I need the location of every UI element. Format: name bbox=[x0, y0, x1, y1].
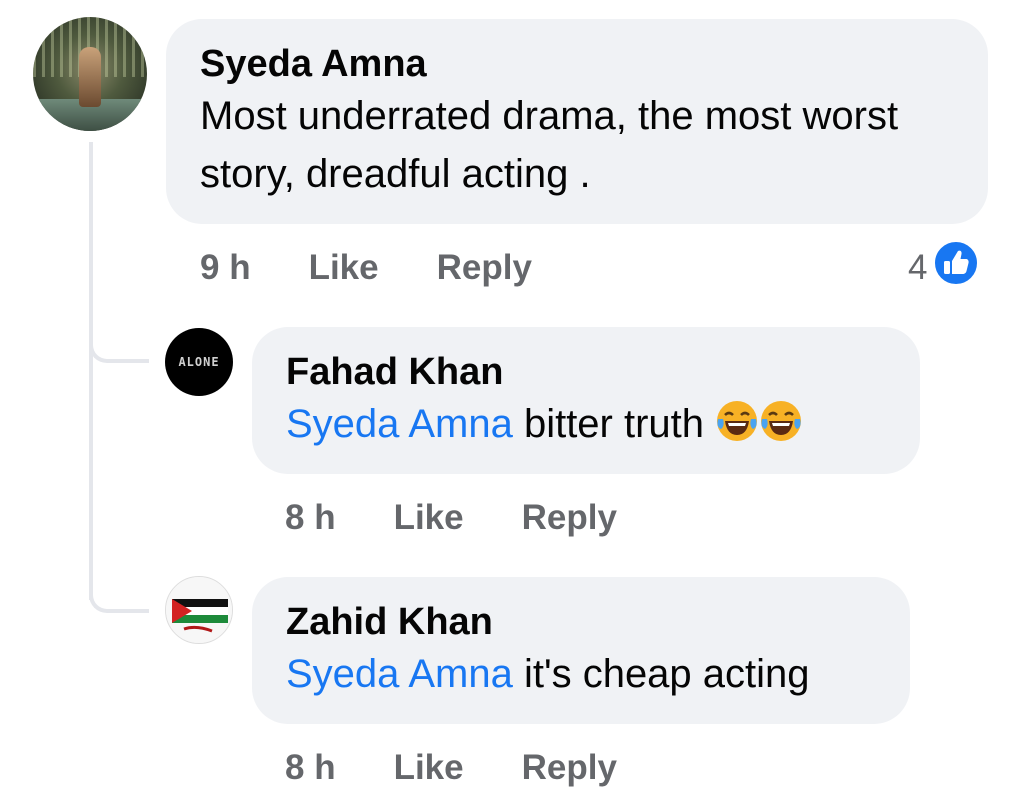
thread-connector-branch bbox=[89, 343, 149, 363]
comment-bubble: Syeda Amna Most underrated drama, the mo… bbox=[166, 19, 988, 224]
avatar-zahid-khan[interactable] bbox=[165, 576, 233, 644]
reply-author[interactable]: Zahid Khan bbox=[286, 599, 876, 645]
comment-author[interactable]: Syeda Amna bbox=[200, 41, 954, 87]
reaction-count: 4 bbox=[908, 247, 928, 287]
reply-body: bitter truth bbox=[512, 402, 716, 446]
reply-text: Syeda Amna bitter truth bbox=[286, 395, 886, 459]
like-button[interactable]: Like bbox=[309, 248, 379, 288]
avatar-fahad-khan[interactable]: ALONE bbox=[165, 328, 233, 396]
reply-actions: 8 h Like Reply bbox=[285, 498, 617, 538]
comment-actions: 9 h Like Reply bbox=[200, 248, 532, 288]
reaction-summary[interactable]: 4 bbox=[908, 240, 980, 295]
reply-body: it's cheap acting bbox=[512, 652, 810, 696]
reply-text: Syeda Amna it's cheap acting bbox=[286, 645, 876, 703]
reply-timestamp[interactable]: 8 h bbox=[285, 748, 336, 788]
laughing-tears-emoji-icon bbox=[759, 399, 803, 459]
reply-timestamp[interactable]: 8 h bbox=[285, 498, 336, 538]
reply-actions: 8 h Like Reply bbox=[285, 748, 617, 788]
like-button[interactable]: Like bbox=[394, 498, 464, 538]
reply-button[interactable]: Reply bbox=[522, 498, 617, 538]
thread-connector-branch bbox=[89, 593, 149, 613]
mention-link[interactable]: Syeda Amna bbox=[286, 652, 513, 696]
like-thumb-icon bbox=[933, 240, 980, 295]
comment-text: Most underrated drama, the most worst st… bbox=[200, 94, 899, 196]
reply-bubble: Fahad Khan Syeda Amna bitter truth bbox=[252, 327, 920, 474]
reply-author[interactable]: Fahad Khan bbox=[286, 349, 886, 395]
reply-button[interactable]: Reply bbox=[437, 248, 532, 288]
palestine-flag-icon bbox=[166, 577, 232, 643]
comment-timestamp[interactable]: 9 h bbox=[200, 248, 251, 288]
like-button[interactable]: Like bbox=[394, 748, 464, 788]
reply-bubble: Zahid Khan Syeda Amna it's cheap acting bbox=[252, 577, 910, 724]
thread-connector-line bbox=[89, 142, 93, 600]
laughing-tears-emoji-icon bbox=[715, 399, 759, 459]
mention-link[interactable]: Syeda Amna bbox=[286, 402, 513, 446]
avatar-syeda-amna[interactable] bbox=[33, 17, 147, 131]
avatar-text: ALONE bbox=[178, 355, 220, 369]
reply-button[interactable]: Reply bbox=[522, 748, 617, 788]
avatar-photo-figure bbox=[79, 47, 101, 107]
comment-thread: Syeda Amna Most underrated drama, the mo… bbox=[0, 0, 1024, 795]
